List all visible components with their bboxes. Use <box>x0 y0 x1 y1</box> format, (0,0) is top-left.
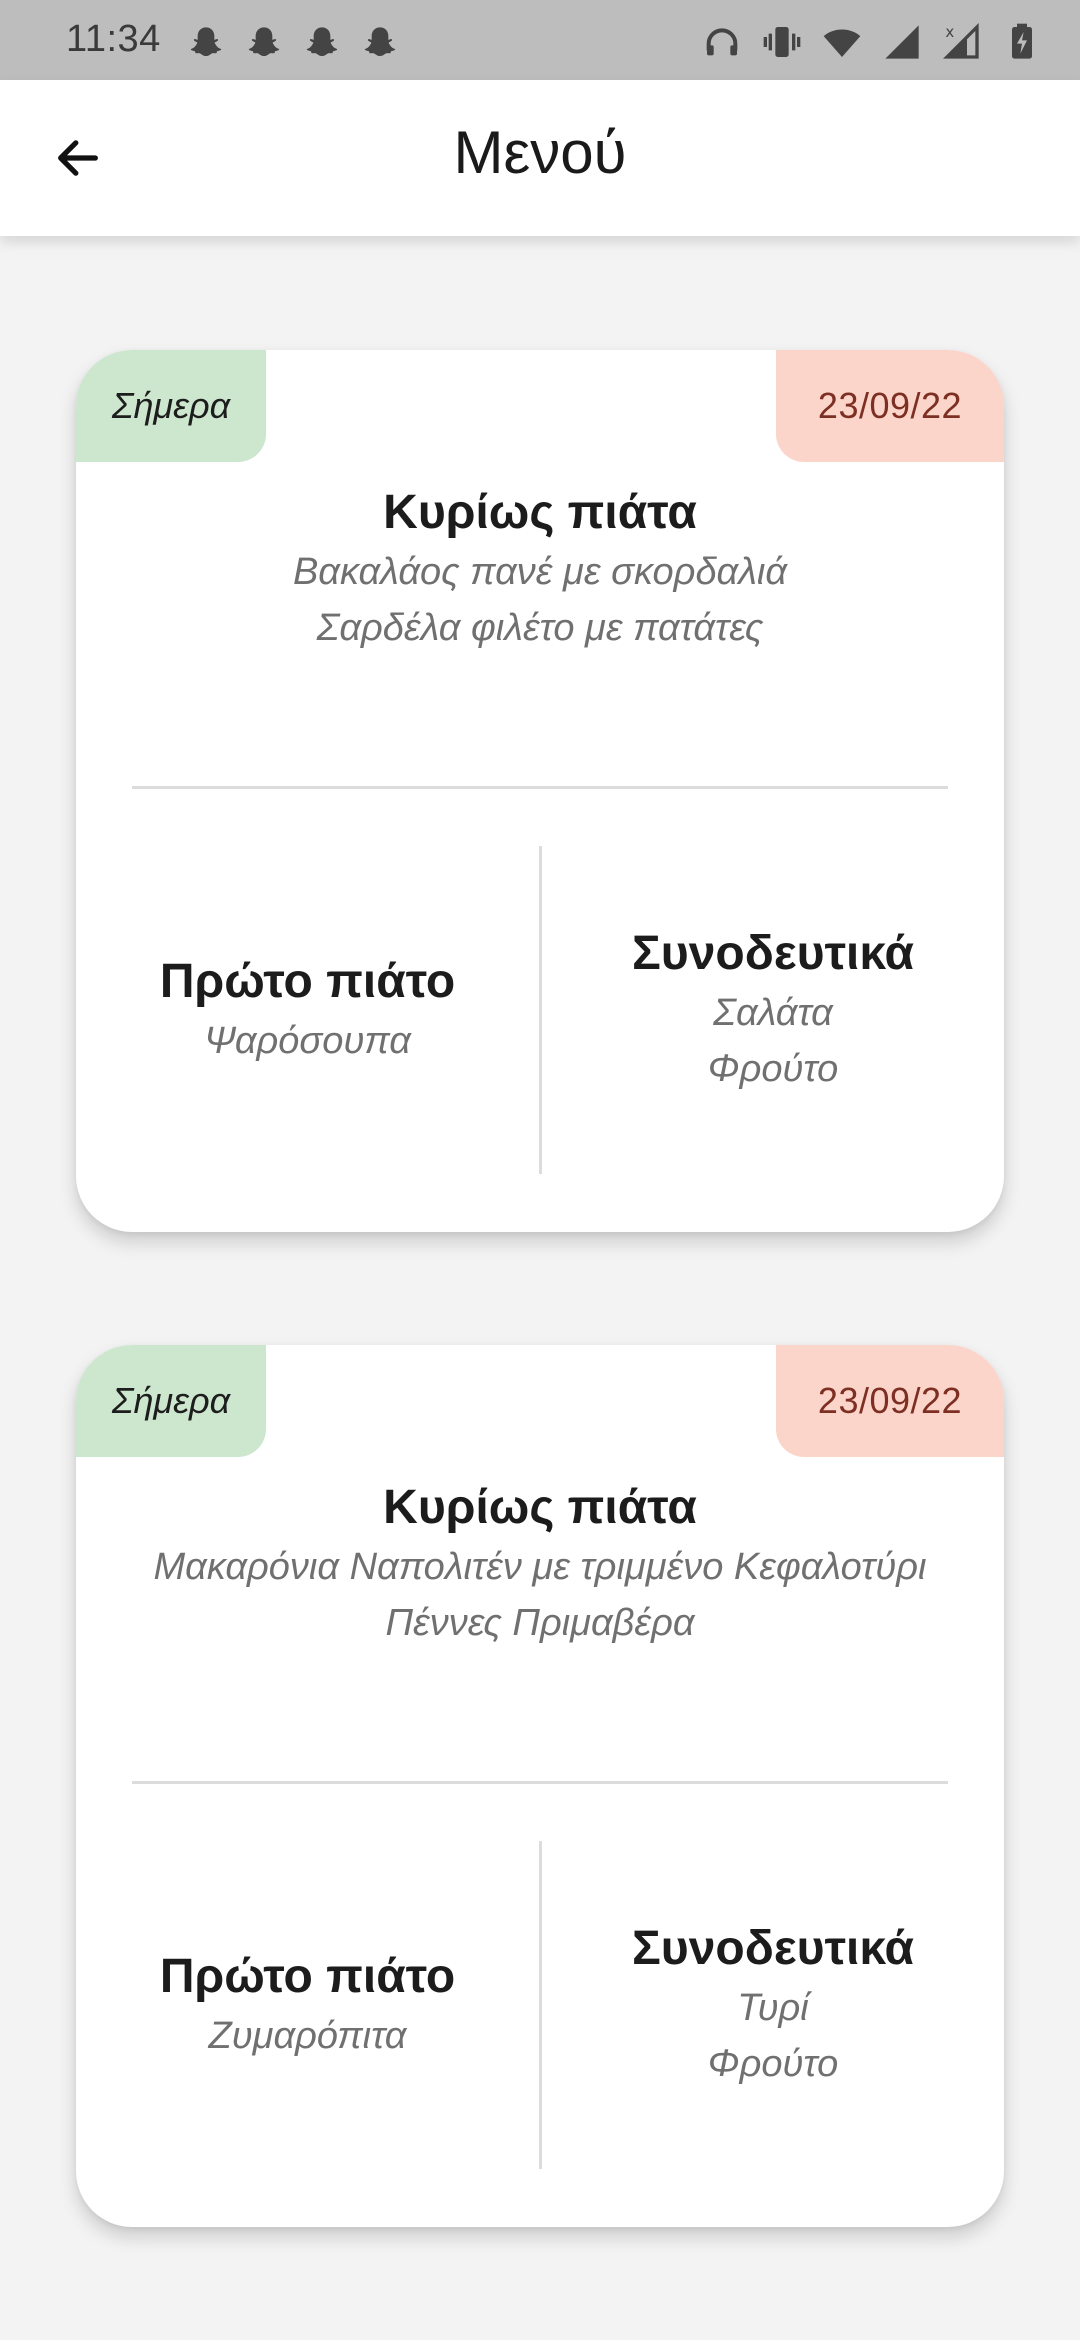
page-title: Μενού <box>453 119 627 186</box>
menu-card: Σήμερα 23/09/22 Κυρίως πιάτα Βακαλάος πα… <box>76 350 1004 1232</box>
date-badge: 23/09/22 <box>776 1345 1004 1457</box>
snapchat-icon <box>306 27 338 57</box>
svg-text:x: x <box>945 23 954 41</box>
snapchat-icon <box>248 27 280 57</box>
signal-no-data-icon: x <box>942 22 979 59</box>
main-dishes-title: Κυρίως πιάτα <box>383 1481 697 1534</box>
main-dish-item: Μακαρόνια Ναπολιτέν με τριμμένο Κεφαλοτύ… <box>153 1546 927 1588</box>
sides-section: Συνοδευτικά Τυρί Φρούτο <box>542 1841 1004 2169</box>
first-course-section: Πρώτο πιάτο Ζυμαρόπιτα <box>76 1841 539 2169</box>
snapchat-icon <box>190 27 222 57</box>
system-icons: x <box>702 22 1042 62</box>
sides-section: Συνοδευτικά Σαλάτα Φρούτο <box>542 846 1004 1174</box>
first-course-title: Πρώτο πιάτο <box>159 1950 456 2003</box>
notification-icons <box>186 24 400 64</box>
status-bar: 11:34 x <box>0 0 1080 80</box>
main-dish-item: Σαρδέλα φιλέτο με πατάτες <box>316 607 764 649</box>
first-course-item: Ψαρόσουπα <box>204 1020 411 1062</box>
first-course-section: Πρώτο πιάτο Ψαρόσουπα <box>76 846 539 1174</box>
vibrate-icon <box>763 27 801 57</box>
menu-card: Σήμερα 23/09/22 Κυρίως πιάτα Μακαρόνια Ν… <box>76 1345 1004 2227</box>
wifi-icon <box>823 29 861 57</box>
side-item: Τυρί <box>737 1987 809 2029</box>
main-dish-item: Πέννες Πριμαβέρα <box>385 1602 695 1644</box>
today-badge: Σήμερα <box>76 350 266 462</box>
first-course-item: Ζυμαρόπιτα <box>208 2015 407 2057</box>
signal-icon <box>885 25 919 59</box>
today-badge: Σήμερα <box>76 1345 266 1457</box>
sides-title: Συνοδευτικά <box>631 1922 915 1975</box>
battery-charging-icon <box>1012 23 1032 59</box>
horizontal-divider <box>132 786 948 789</box>
horizontal-divider <box>132 1781 948 1784</box>
main-dishes-title: Κυρίως πιάτα <box>383 486 697 539</box>
date-badge: 23/09/22 <box>776 350 1004 462</box>
first-course-title: Πρώτο πιάτο <box>159 955 456 1008</box>
sides-title: Συνοδευτικά <box>631 927 915 980</box>
side-item: Φρούτο <box>707 2043 839 2085</box>
snapchat-icon <box>364 27 396 57</box>
headphones-icon <box>706 28 738 56</box>
main-dish-item: Βακαλάος πανέ με σκορδαλιά <box>292 551 788 593</box>
status-time: 11:34 <box>66 18 161 60</box>
main-dishes-section: Κυρίως πιάτα Βακαλάος πανέ με σκορδαλιά … <box>76 482 1004 656</box>
main-dishes-section: Κυρίως πιάτα Μακαρόνια Ναπολιτέν με τριμ… <box>76 1477 1004 1651</box>
app-bar: Μενού <box>0 80 1080 236</box>
side-item: Φρούτο <box>707 1048 839 1090</box>
side-item: Σαλάτα <box>713 992 833 1034</box>
